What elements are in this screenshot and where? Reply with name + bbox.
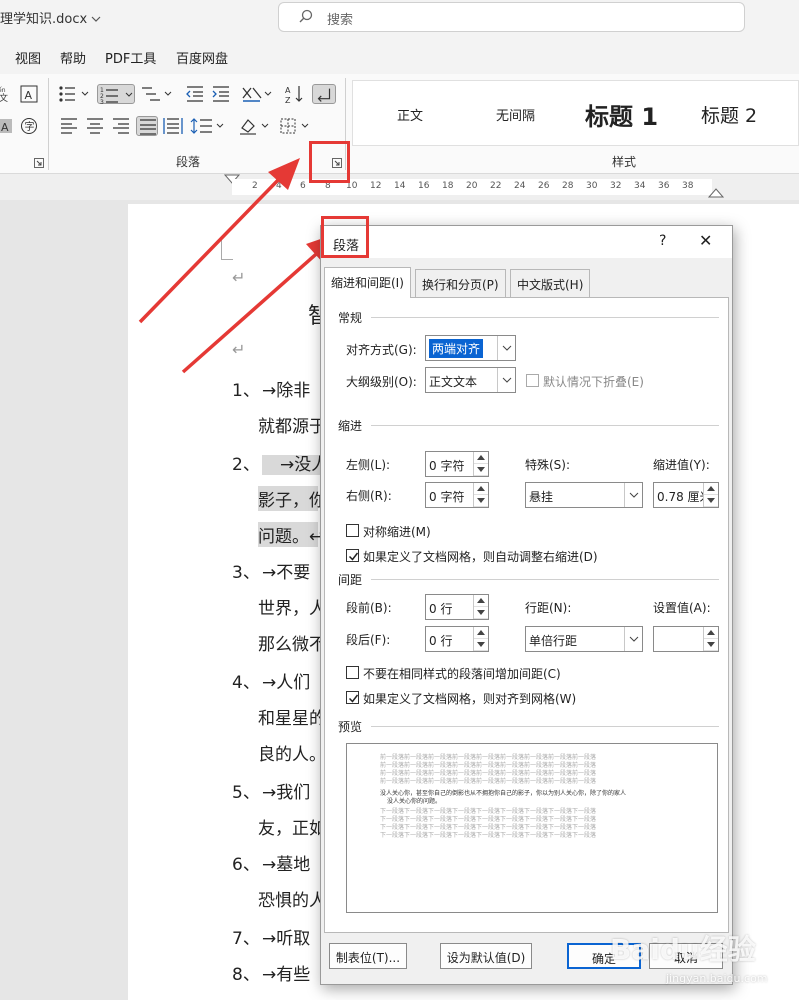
auto-adjust-right-indent-checkbox[interactable] bbox=[346, 549, 359, 562]
preview-text: 没人关心你的问题。 bbox=[387, 798, 442, 805]
spin-up-icon[interactable] bbox=[704, 483, 718, 495]
spin-down-icon[interactable] bbox=[474, 639, 488, 651]
special-indent-label: 特殊(S): bbox=[525, 458, 571, 472]
tab-line-page-breaks[interactable]: 换行和分页(P) bbox=[415, 269, 506, 297]
line-spacing-label: 行距(N): bbox=[525, 601, 572, 615]
collapse-by-default-checkbox[interactable] bbox=[526, 374, 539, 387]
snap-to-grid-checkbox[interactable] bbox=[346, 691, 359, 704]
section-spacing: 间距 bbox=[338, 573, 363, 587]
launcher-highlight-box bbox=[309, 141, 350, 183]
indent-left-label: 左侧(L): bbox=[346, 458, 391, 472]
section-divider bbox=[371, 317, 719, 318]
snap-to-grid-label: 如果定义了文档网格，则对齐到网格(W) bbox=[363, 692, 577, 706]
watermark-logo: Baidu经验 bbox=[610, 933, 756, 966]
section-indentation: 缩进 bbox=[338, 419, 363, 433]
special-indent-select[interactable]: 悬挂 bbox=[525, 482, 643, 508]
no-space-same-style-checkbox[interactable] bbox=[346, 666, 359, 679]
close-button[interactable]: ✕ bbox=[699, 231, 712, 250]
section-divider bbox=[371, 726, 719, 727]
tab-indents-spacing[interactable]: 缩进和间距(I) bbox=[324, 267, 411, 298]
spin-down-icon[interactable] bbox=[474, 607, 488, 619]
indent-right-spinner[interactable]: 0 字符 bbox=[425, 482, 489, 508]
spin-down-icon[interactable] bbox=[704, 495, 718, 507]
spin-up-icon[interactable] bbox=[474, 627, 488, 639]
collapse-by-default-label: 默认情况下折叠(E) bbox=[543, 375, 644, 389]
spin-up-icon[interactable] bbox=[474, 483, 488, 495]
section-preview: 预览 bbox=[338, 720, 363, 734]
indent-by-spinner[interactable]: 0.78 厘米 bbox=[653, 482, 719, 508]
indent-left-spinner[interactable]: 0 字符 bbox=[425, 451, 489, 477]
spin-down-icon[interactable] bbox=[474, 464, 488, 476]
tabs-button[interactable]: 制表位(T)... bbox=[329, 943, 407, 969]
alignment-label: 对齐方式(G): bbox=[346, 343, 417, 357]
section-divider bbox=[371, 579, 719, 580]
spin-down-icon[interactable] bbox=[704, 639, 718, 651]
indent-by-label: 缩进值(Y): bbox=[653, 458, 710, 472]
spacing-at-label: 设置值(A): bbox=[653, 601, 711, 615]
watermark-url: jingyan.baidu.com bbox=[666, 972, 768, 985]
alignment-select[interactable]: 两端对齐 bbox=[425, 335, 516, 361]
tab-asian-typography[interactable]: 中文版式(H) bbox=[510, 269, 591, 297]
mirror-indents-label: 对称缩进(M) bbox=[363, 525, 431, 539]
preview-text: 前一段落前一段落前一段落前一段落前一段落前一段落前一段落前一段落前一段落 bbox=[380, 778, 597, 785]
no-space-same-style-label: 不要在相同样式的段落间增加间距(C) bbox=[363, 667, 561, 681]
mirror-indents-checkbox[interactable] bbox=[346, 524, 359, 537]
outline-level-label: 大纲级别(O): bbox=[346, 375, 417, 389]
chevron-down-icon[interactable] bbox=[624, 627, 642, 651]
chevron-down-icon[interactable] bbox=[497, 368, 515, 392]
spin-down-icon[interactable] bbox=[474, 495, 488, 507]
line-spacing-select[interactable]: 单倍行距 bbox=[525, 626, 643, 652]
set-as-default-button[interactable]: 设为默认值(D) bbox=[440, 943, 532, 969]
outline-level-select[interactable]: 正文文本 bbox=[425, 367, 516, 393]
chevron-down-icon[interactable] bbox=[497, 336, 515, 360]
spacing-after-spinner[interactable]: 0 行 bbox=[425, 626, 489, 652]
indent-right-label: 右侧(R): bbox=[346, 489, 392, 503]
spacing-after-label: 段后(F): bbox=[346, 633, 391, 647]
auto-adjust-right-indent-label: 如果定义了文档网格，则自动调整右缩进(D) bbox=[363, 550, 598, 564]
help-button[interactable]: ? bbox=[659, 233, 666, 249]
chevron-down-icon[interactable] bbox=[624, 483, 642, 507]
dialog-title-highlight-box bbox=[321, 216, 369, 258]
spacing-at-spinner[interactable] bbox=[653, 626, 719, 652]
paragraph-dialog: 段落 ? ✕ 缩进和间距(I) 换行和分页(P) 中文版式(H) 常规 对齐方式… bbox=[320, 216, 733, 985]
section-general: 常规 bbox=[338, 311, 363, 325]
spacing-before-spinner[interactable]: 0 行 bbox=[425, 594, 489, 620]
preview-text: 下一段落下一段落下一段落下一段落下一段落下一段落下一段落下一段落下一段落 bbox=[380, 832, 597, 839]
spacing-before-label: 段前(B): bbox=[346, 601, 392, 615]
spin-up-icon[interactable] bbox=[474, 595, 488, 607]
paragraph-preview: 前一段落前一段落前一段落前一段落前一段落前一段落前一段落前一段落前一段落 前一段… bbox=[346, 743, 718, 913]
spin-up-icon[interactable] bbox=[474, 452, 488, 464]
spin-up-icon[interactable] bbox=[704, 627, 718, 639]
section-divider bbox=[371, 425, 719, 426]
dialog-title-bar[interactable]: 段落 ? ✕ bbox=[321, 226, 732, 258]
